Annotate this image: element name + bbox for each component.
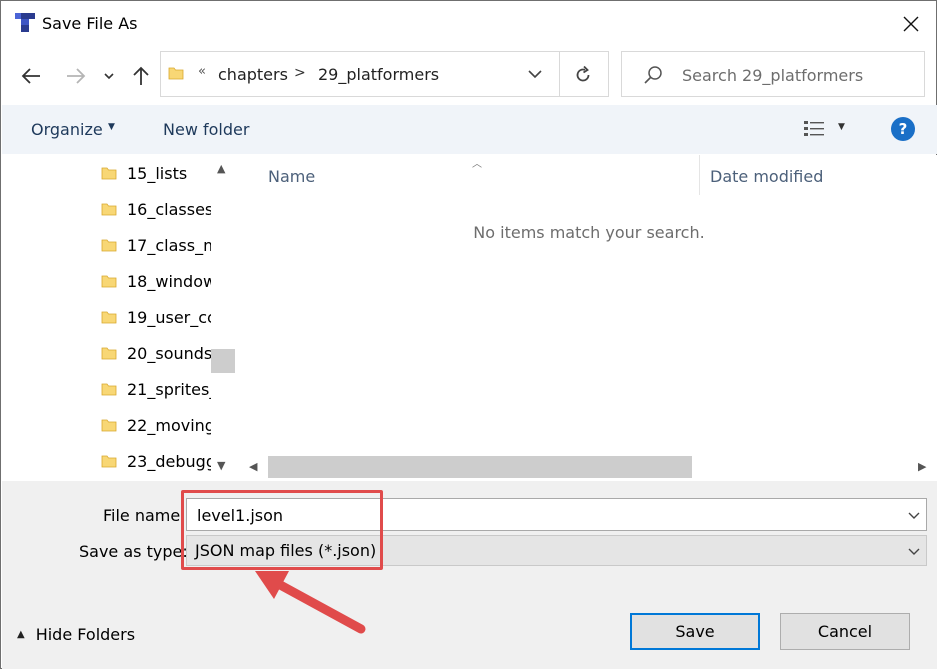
breadcrumb-chapters[interactable]: chapters — [218, 65, 288, 84]
nav-item-label: 18_window — [127, 271, 211, 291]
chevron-down-icon[interactable] — [905, 542, 923, 560]
back-button[interactable] — [16, 61, 46, 91]
address-bar[interactable]: « chapters > 29_platformers — [160, 51, 609, 97]
nav-item-folder[interactable]: 16_classes — [101, 191, 211, 227]
nav-item-label: 21_sprites_ — [127, 379, 211, 399]
scrollbar-thumb[interactable] — [268, 456, 692, 478]
nav-item-folder[interactable]: 15_lists — [101, 155, 211, 191]
file-list: ︿ Name Date modified No items match your… — [241, 155, 937, 481]
organize-caret-icon[interactable]: ▼ — [108, 122, 115, 132]
forward-arrow-icon — [67, 68, 86, 84]
folder-icon — [101, 239, 117, 252]
nav-item-folder[interactable]: 18_window — [101, 263, 211, 299]
organize-button[interactable]: Organize — [31, 120, 103, 139]
column-divider[interactable] — [699, 155, 700, 195]
new-folder-button[interactable]: New folder — [163, 120, 249, 139]
back-arrow-icon — [21, 68, 40, 84]
nav-item-label: 16_classes — [127, 199, 211, 219]
annotation-highlight-box — [181, 490, 383, 570]
chevron-down-icon[interactable] — [525, 64, 545, 84]
nav-item-label: 17_class_m — [127, 235, 211, 255]
search-icon — [644, 66, 662, 84]
up-button[interactable] — [126, 61, 156, 91]
sort-ascending-icon: ︿ — [472, 159, 482, 170]
view-details-icon[interactable] — [802, 117, 826, 141]
hide-folders-label: Hide Folders — [35, 625, 136, 644]
nav-item-label: 22_moving — [127, 415, 211, 435]
column-header-name[interactable]: Name — [268, 167, 315, 186]
refresh-button[interactable] — [571, 63, 595, 87]
up-arrow-icon — [133, 66, 149, 85]
folder-icon — [101, 203, 117, 216]
folder-icon — [101, 311, 117, 324]
folder-icon — [168, 67, 184, 80]
nav-item-label: 20_sounds — [127, 343, 211, 363]
overflow-chevron[interactable]: « — [198, 64, 206, 79]
address-divider — [559, 52, 560, 96]
refresh-icon — [576, 65, 590, 82]
folder-icon — [101, 455, 117, 468]
breadcrumb-29-platformers[interactable]: 29_platformers — [318, 65, 439, 84]
save-as-type-label: Save as type: — [79, 542, 188, 561]
scroll-down-icon[interactable]: ▼ — [217, 459, 225, 472]
chevron-down-icon[interactable] — [905, 506, 923, 524]
nav-item-label: 15_lists — [127, 163, 188, 183]
recent-locations-button[interactable] — [96, 61, 122, 91]
scroll-right-icon[interactable]: ▶ — [918, 460, 926, 473]
hide-folders-button[interactable]: ▲ Hide Folders — [17, 625, 135, 644]
nav-item-folder[interactable]: 21_sprites_ — [101, 371, 211, 407]
empty-message: No items match your search. — [473, 223, 705, 242]
save-file-dialog: Save File As « chapters > 29_platformers… — [0, 0, 937, 669]
close-icon — [903, 16, 919, 32]
view-options-caret-icon[interactable]: ▼ — [838, 122, 845, 132]
cancel-button[interactable]: Cancel — [780, 613, 910, 650]
file-name-label: File name: — [103, 506, 186, 525]
nav-item-folder[interactable]: 19_user_cc — [101, 299, 211, 335]
recent-chevron-icon — [104, 73, 114, 80]
scroll-left-icon[interactable]: ◀ — [249, 460, 257, 473]
annotation-arrow-icon — [255, 571, 366, 634]
search-box[interactable]: Search 29_platformers — [621, 51, 925, 97]
command-bar: Organize ▼ New folder ▼ ? — [2, 105, 937, 154]
nav-item-folder[interactable]: 17_class_m — [101, 227, 211, 263]
nav-pane-scrollbar[interactable]: ▲ ▼ — [211, 155, 235, 480]
folder-icon — [101, 275, 117, 288]
window-title: Save File As — [42, 14, 138, 33]
breadcrumb-separator[interactable]: > — [294, 65, 306, 81]
scrollbar-thumb[interactable] — [211, 349, 235, 373]
nav-item-label: 19_user_cc — [127, 307, 211, 327]
nav-item-folder[interactable]: 22_moving — [101, 407, 211, 443]
scroll-up-icon[interactable]: ▲ — [217, 162, 225, 175]
file-list-scrollbar[interactable]: ◀ ▶ — [241, 455, 937, 480]
navigation-pane: 15_lists 16_classes 17_class_m 18_window… — [2, 155, 236, 481]
search-placeholder: Search 29_platformers — [682, 66, 864, 85]
save-button[interactable]: Save — [630, 613, 760, 650]
folder-icon — [101, 167, 117, 180]
close-button[interactable] — [891, 7, 931, 41]
forward-button[interactable] — [61, 61, 91, 91]
app-icon — [15, 13, 35, 32]
folder-icon — [101, 419, 117, 432]
nav-item-folder[interactable]: 23_debugg — [101, 443, 211, 479]
column-header-date-modified[interactable]: Date modified — [710, 167, 823, 186]
help-button[interactable]: ? — [891, 117, 915, 141]
folder-icon — [101, 347, 117, 360]
folder-icon — [101, 383, 117, 396]
nav-item-folder[interactable]: 20_sounds — [101, 335, 211, 371]
nav-item-label: 23_debugg — [127, 451, 211, 471]
help-icon: ? — [898, 120, 908, 138]
title-bar: Save File As — [1, 1, 936, 47]
chevron-up-icon: ▲ — [17, 629, 25, 640]
